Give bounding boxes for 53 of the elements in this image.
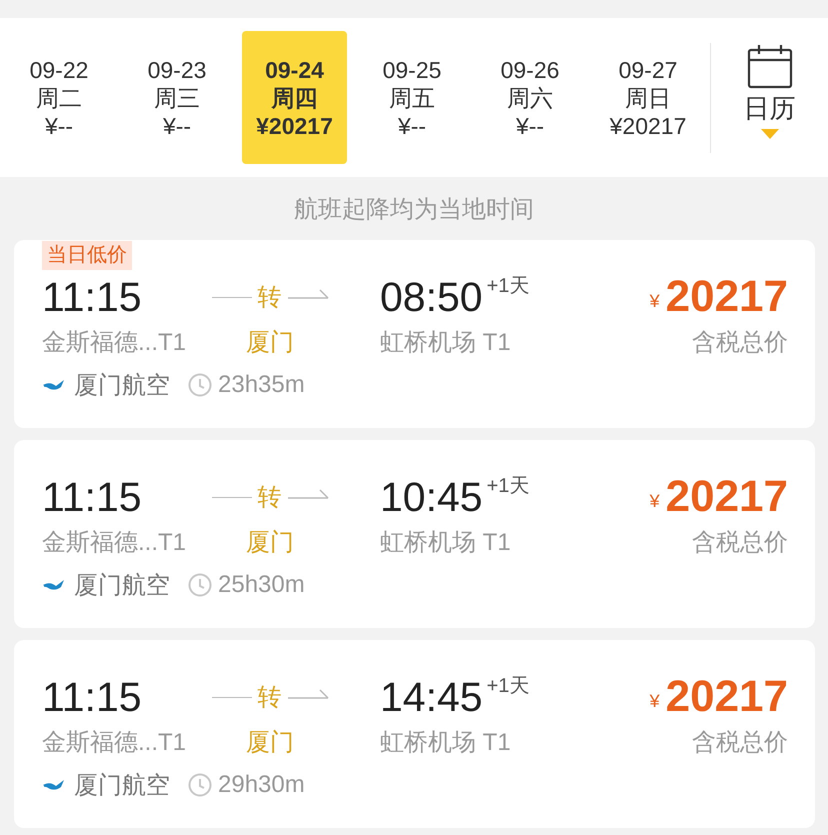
departure-airport: 金斯福德...T1 [42,328,188,358]
low-price-badge: 当日低价 [42,241,132,270]
price-note: 含税总价 [692,528,788,558]
price: 20217 [666,272,788,322]
flight-duration: 23h35m [218,371,305,399]
notice-text: 航班起降均为当地时间 [294,194,534,224]
departure-time: 11:15 [42,674,143,720]
transfer-city: 厦门 [246,528,294,558]
date-tab[interactable]: 09-25 周五 ¥-- [353,31,471,164]
arrival-time: 08:50 [380,274,483,320]
date-tab[interactable]: 09-22 周二 ¥-- [0,31,118,164]
arrival-airport: 虹桥机场 T1 [380,528,512,558]
departure-time: 11:15 [42,274,143,320]
arrow-icon [288,288,328,300]
arrival-airport: 虹桥机场 T1 [380,328,512,358]
transfer-label: 转 [258,283,282,313]
clock-icon [188,573,212,597]
calendar-icon [746,42,792,88]
currency-symbol: ¥ [650,490,660,512]
day-offset: +1天 [486,674,530,698]
clock-icon [188,773,212,797]
flight-duration: 25h30m [218,571,305,599]
arrow-icon [288,688,328,700]
transfer-label: 转 [258,683,282,713]
departure-airport: 金斯福德...T1 [42,528,188,558]
currency-symbol: ¥ [650,290,660,312]
airline-name: 厦门航空 [74,571,170,601]
airline-name: 厦门航空 [74,771,170,801]
date-tab[interactable]: 09-23 周三 ¥-- [118,31,236,164]
arrival-time: 14:45 [380,674,483,720]
date-tab[interactable]: 09-26 周六 ¥-- [471,31,589,164]
price-note: 含税总价 [692,728,788,758]
arrow-icon [288,488,328,500]
day-offset: +1天 [486,274,530,298]
clock-icon [188,373,212,397]
price: 20217 [666,672,788,722]
transfer-city: 厦门 [246,728,294,758]
price-note: 含税总价 [692,328,788,358]
day-offset: +1天 [486,474,530,498]
date-tab[interactable]: 09-24 周四 ¥20217 [242,31,347,164]
calendar-button[interactable]: 日历 [744,42,796,122]
transfer-city: 厦门 [246,328,294,358]
arrival-airport: 虹桥机场 T1 [380,728,512,758]
currency-symbol: ¥ [650,690,660,712]
departure-time: 11:15 [42,474,143,520]
caret-icon [760,128,778,138]
airline-name: 厦门航空 [74,371,170,401]
flight-duration: 29h30m [218,771,305,799]
departure-airport: 金斯福德...T1 [42,728,188,758]
date-tab[interactable]: 09-27 周日 ¥20217 [589,31,707,164]
transfer-label: 转 [258,483,282,513]
price: 20217 [666,472,788,522]
arrival-time: 10:45 [380,474,483,520]
